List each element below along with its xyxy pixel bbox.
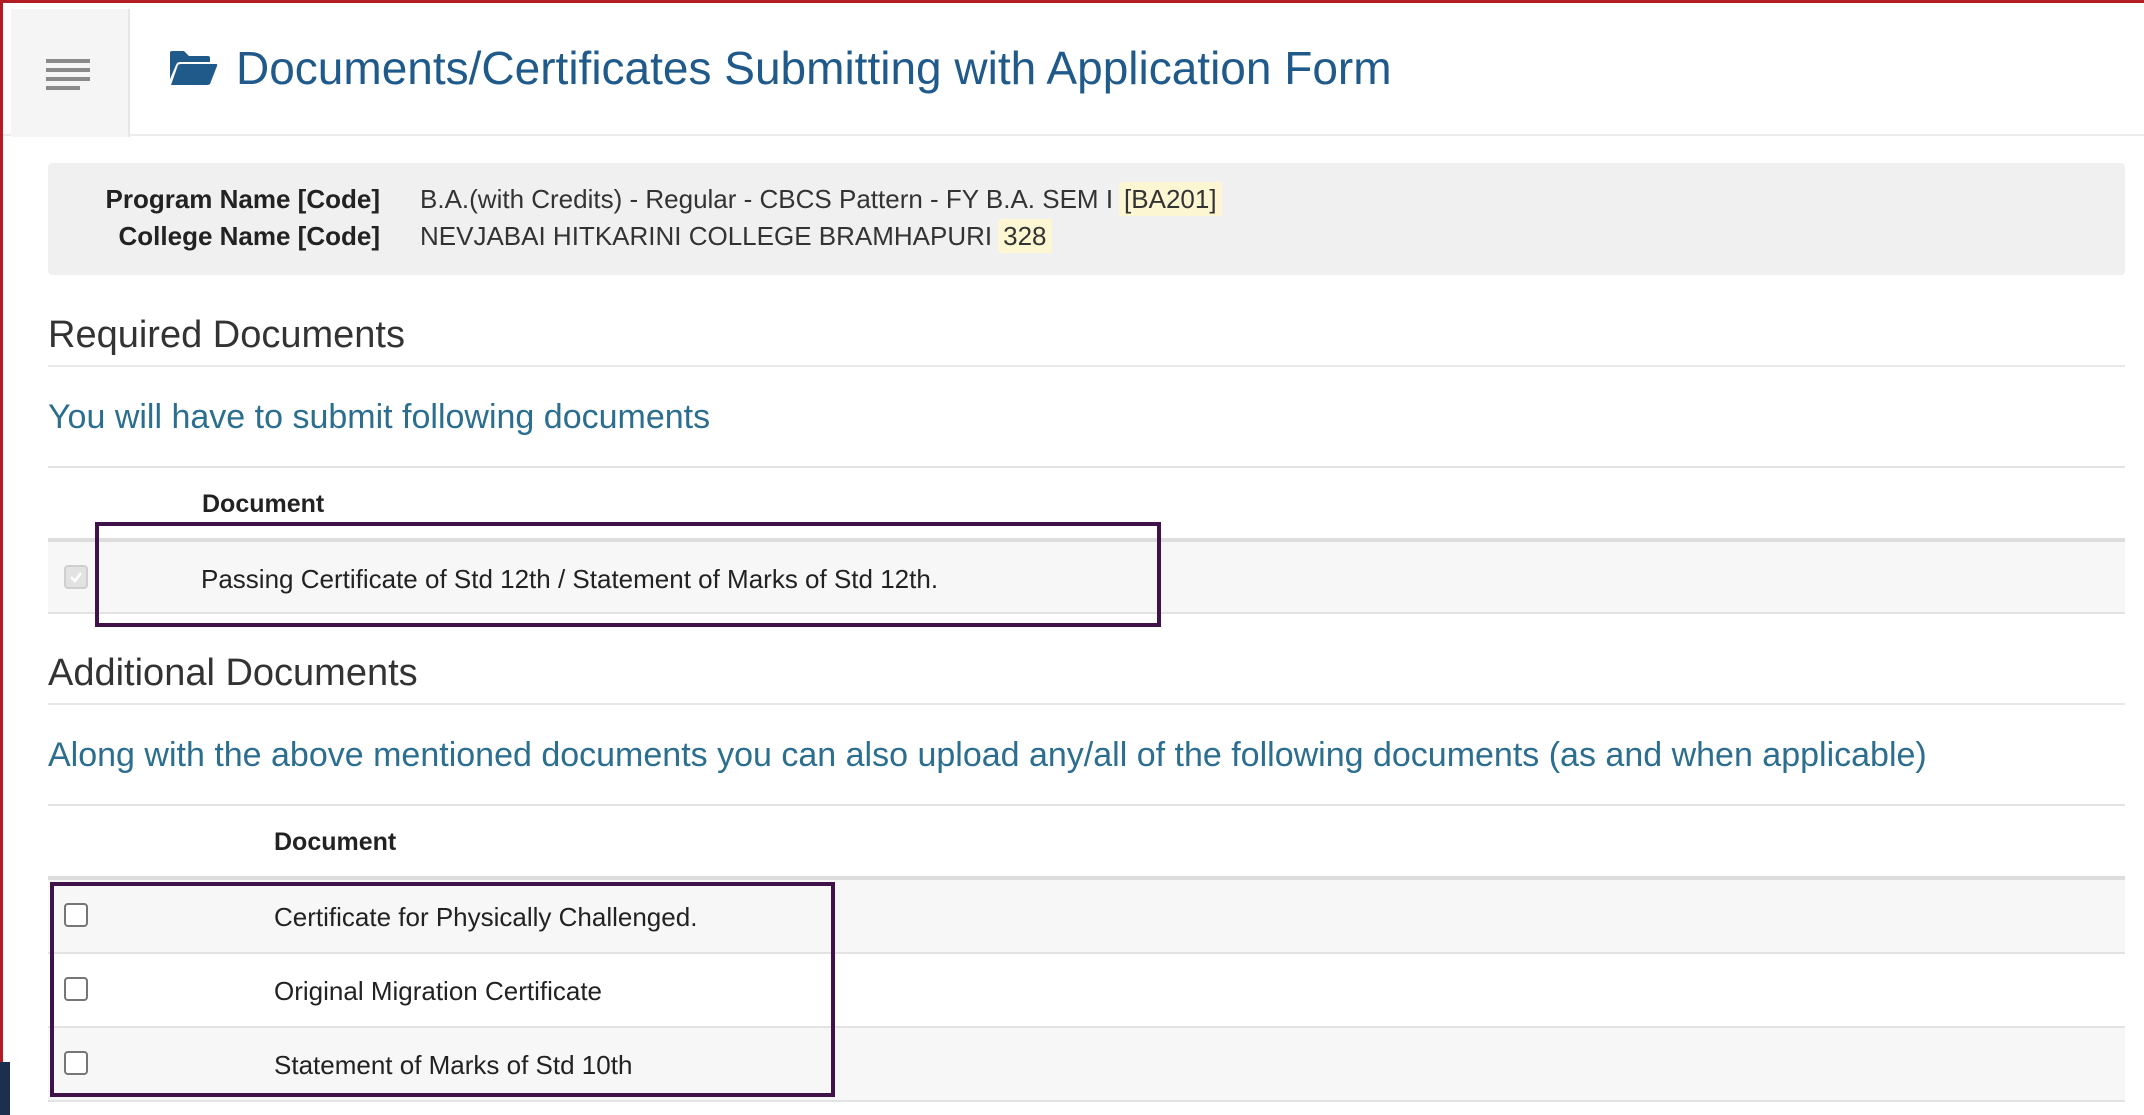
college-name: NEVJABAI HITKARINI COLLEGE BRAMHAPURI (420, 220, 993, 251)
page-title: Documents/Certificates Submitting with A… (168, 33, 1392, 103)
column-header-document: Document (202, 490, 325, 518)
page-title-text: Documents/Certificates Submitting with A… (236, 42, 1392, 94)
college-label: College Name [Code] (118, 220, 381, 251)
folder-open-icon (170, 51, 218, 85)
menu-toggle-button[interactable] (11, 9, 130, 137)
college-code-badge: 328 (998, 218, 1052, 253)
page-header: Documents/Certificates Submitting with A… (3, 3, 2144, 137)
college-row: College Name [Code] NEVJABAI HITKARINI C… (48, 218, 1052, 254)
checkmark-icon (70, 572, 82, 583)
table-header: Document (48, 804, 2125, 880)
page-canvas: Documents/Certificates Submitting with A… (0, 0, 2144, 1115)
hamburger-menu-icon (46, 59, 90, 90)
window-frame-left (0, 0, 3, 1115)
program-name: B.A.(with Credits) - Regular - CBCS Patt… (420, 183, 1114, 214)
required-documents-heading: Required Documents (48, 314, 2125, 367)
required-documents-subtitle: You will have to submit following docume… (48, 398, 711, 436)
program-label: Program Name [Code] (105, 183, 381, 214)
column-header-document: Document (274, 828, 397, 856)
required-doc-checkbox (64, 565, 88, 589)
additional-documents-heading: Additional Documents (48, 652, 2125, 705)
program-row: Program Name [Code] B.A.(with Credits) -… (48, 181, 1222, 217)
college-value: NEVJABAI HITKARINI COLLEGE BRAMHAPURI 328 (420, 218, 1052, 253)
program-code-badge: [BA201] (1119, 181, 1222, 216)
additional-documents-subtitle: Along with the above mentioned documents… (48, 736, 1927, 774)
program-info-box: Program Name [Code] B.A.(with Credits) -… (48, 163, 2125, 275)
program-value: B.A.(with Credits) - Regular - CBCS Patt… (420, 181, 1222, 216)
required-doc-highlight-box (95, 522, 1161, 627)
background-edge (0, 1062, 10, 1115)
additional-docs-highlight-box (50, 882, 835, 1097)
